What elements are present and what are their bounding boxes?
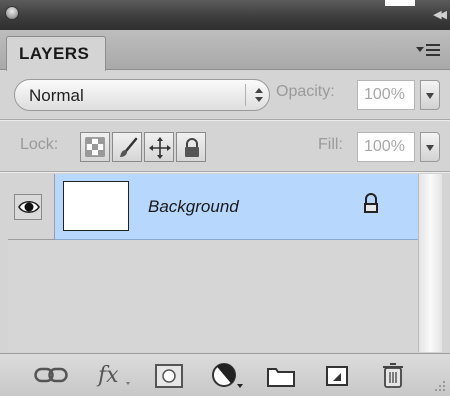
blend-mode-row: Normal Opacity: 100% [0, 71, 450, 119]
layer-thumbnail[interactable] [63, 181, 129, 231]
fill-label: Fill: [318, 136, 343, 153]
link-layers-icon[interactable] [34, 366, 68, 384]
fill-dropdown-button[interactable] [420, 132, 440, 162]
lock-transparent-pixels-button[interactable] [80, 132, 110, 162]
resize-grip-icon[interactable] [434, 380, 446, 392]
divider [0, 171, 450, 173]
panel-tab-row: LAYERS [0, 30, 450, 71]
visibility-cell [8, 174, 55, 240]
new-layer-icon[interactable] [325, 365, 349, 387]
blend-mode-value: Normal [29, 86, 84, 105]
lock-row: Lock: Fill: 100% [0, 121, 450, 171]
eye-icon [18, 200, 40, 214]
layer-locked-icon [364, 193, 378, 213]
blend-mode-select[interactable]: Normal [14, 79, 270, 111]
blend-select-separator [245, 84, 246, 106]
lock-image-pixels-icon [120, 137, 138, 157]
delete-layer-trash-icon[interactable] [381, 361, 405, 389]
lock-position-icon [149, 137, 171, 159]
lock-transparent-pixels-icon [85, 137, 105, 157]
layer-style-fx-icon[interactable]: fx [96, 360, 132, 388]
layer-row-background[interactable]: Background [8, 174, 418, 240]
add-mask-icon[interactable] [154, 363, 184, 389]
tab-layers-label: LAYERS [19, 44, 90, 63]
lock-label: Lock: [20, 136, 59, 153]
panel-menu-icon[interactable] [416, 42, 442, 58]
new-group-folder-icon[interactable] [266, 364, 296, 388]
lock-position-button[interactable] [144, 132, 174, 162]
fill-field[interactable]: 100% [357, 132, 415, 162]
layers-panel: ◀◀ LAYERS Normal Opacity: 100% Lock: Fil… [0, 0, 450, 396]
tab-layers[interactable]: LAYERS [6, 36, 106, 71]
lock-all-button[interactable] [176, 132, 206, 162]
lock-image-pixels-button[interactable] [112, 132, 142, 162]
layer-visibility-toggle[interactable] [14, 194, 42, 220]
panel-titlebar[interactable]: ◀◀ [0, 0, 450, 30]
layers-list: Background [8, 174, 418, 352]
lock-all-icon [185, 138, 199, 157]
opacity-dropdown-button[interactable] [420, 80, 440, 110]
new-adjustment-layer-icon[interactable] [211, 362, 247, 390]
opacity-label: Opacity: [276, 83, 335, 100]
titlebar-gap [385, 0, 415, 6]
svg-text:fx: fx [96, 363, 119, 388]
blend-select-arrows-icon [255, 86, 263, 106]
close-panel-button[interactable] [5, 6, 19, 20]
opacity-field[interactable]: 100% [357, 80, 415, 110]
layers-scrollbar[interactable] [418, 174, 442, 352]
collapse-panel-icon[interactable]: ◀◀ [424, 8, 447, 22]
layers-bottom-toolbar: fx [0, 353, 450, 396]
layer-name[interactable]: Background [148, 197, 239, 217]
